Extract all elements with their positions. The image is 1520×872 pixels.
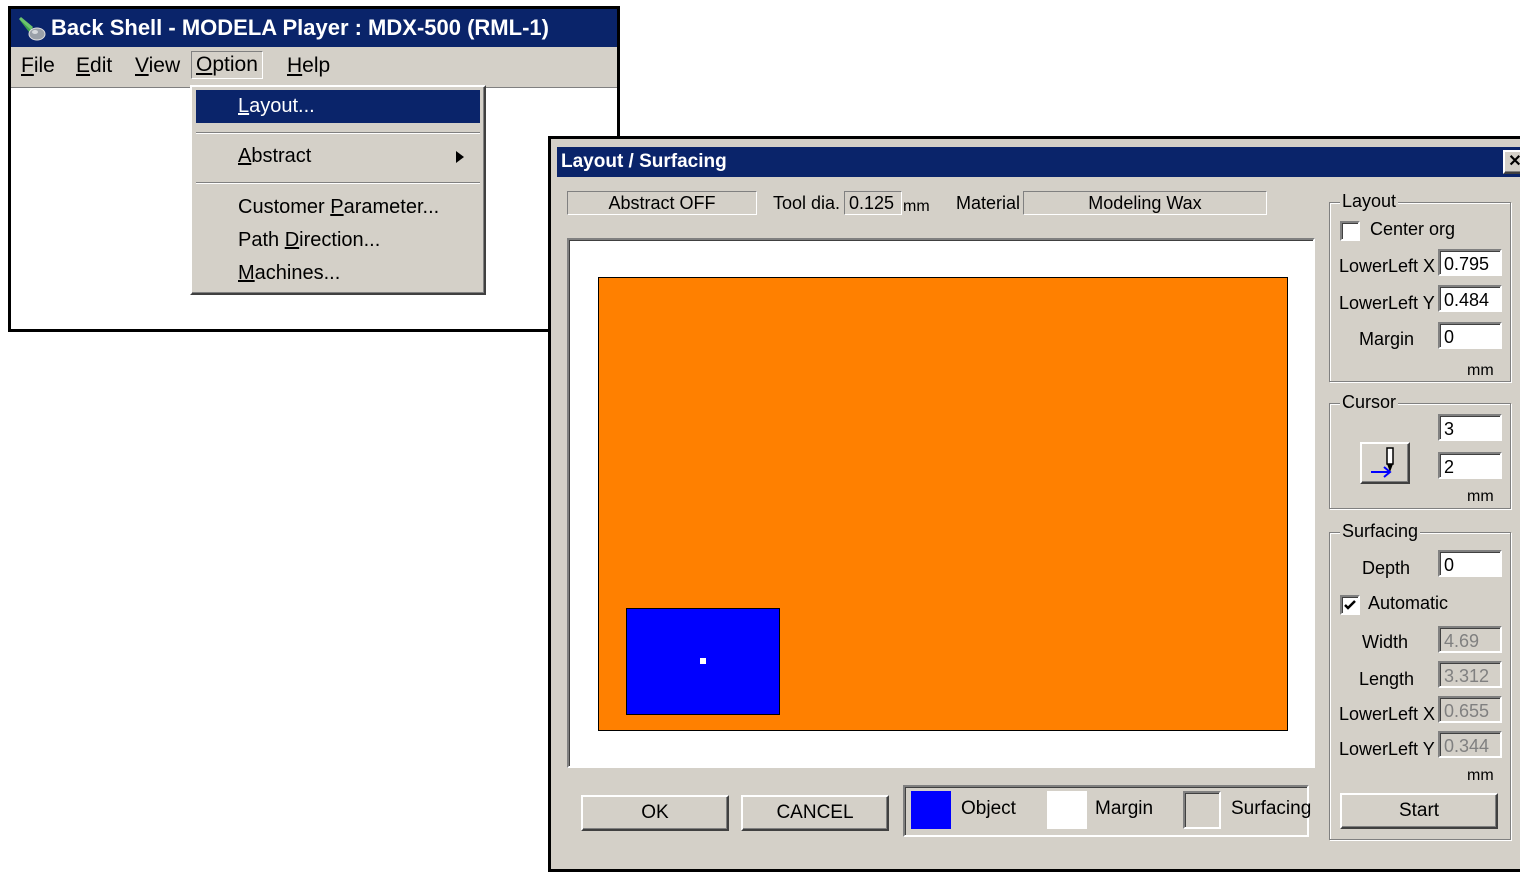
start-button[interactable]: Start — [1340, 793, 1498, 829]
center-org-label: Center org — [1370, 219, 1456, 239]
layout-unit-label: mm — [1467, 362, 1494, 379]
layout-surfacing-dialog: Layout / Surfacing ✕ Abstract OFF Tool d… — [548, 136, 1520, 872]
depth-input[interactable]: 0 — [1438, 550, 1502, 577]
cursor-group: Cursor 3 2 mm — [1329, 392, 1511, 509]
window-title: Back Shell - MODELA Player : MDX-500 (RM… — [51, 15, 549, 40]
close-button[interactable]: ✕ — [1503, 150, 1520, 174]
depth-label: Depth — [1362, 558, 1411, 578]
dialog-title-bar: Layout / Surfacing ✕ — [557, 147, 1520, 177]
cursor-unit-label: mm — [1467, 488, 1494, 505]
menu-separator — [196, 182, 480, 184]
width-input[interactable]: 4.69 — [1438, 626, 1502, 653]
menu-view[interactable]: View — [131, 53, 184, 79]
abstract-status: Abstract OFF — [567, 191, 757, 215]
main-window: Back Shell - MODELA Player : MDX-500 (RM… — [8, 6, 620, 332]
menu-item-path-direction[interactable]: Path Direction... — [196, 224, 480, 257]
tool-dia-value: 0.125 — [844, 191, 902, 215]
length-input[interactable]: 3.312 — [1438, 661, 1502, 688]
dialog-title: Layout / Surfacing — [561, 151, 727, 172]
layout-preview[interactable] — [567, 238, 1315, 768]
menu-bar: File Edit View Option Help — [11, 47, 617, 88]
menu-option[interactable]: Option — [191, 51, 263, 79]
width-label: Width — [1362, 632, 1409, 652]
cursor-marker — [700, 658, 706, 664]
length-label: Length — [1359, 669, 1415, 689]
legend-surfacing-label: Surfacing — [1231, 798, 1312, 819]
tool-dia-label: Tool dia. — [773, 193, 841, 213]
menu-item-machines[interactable]: Machines... — [196, 257, 480, 290]
surfacing-lowerleft-y-input[interactable]: 0.344 — [1438, 731, 1502, 758]
legend-object-swatch — [911, 791, 951, 829]
cursor-group-title: Cursor — [1340, 392, 1399, 413]
app-icon — [19, 17, 46, 41]
legend-object-label: Object — [961, 798, 1016, 819]
margin-label: Margin — [1359, 329, 1415, 349]
surfacing-unit-label: mm — [1467, 767, 1494, 784]
menu-separator — [196, 132, 480, 134]
layout-lowerleft-y-label: LowerLeft Y — [1339, 293, 1435, 313]
surfacing-lowerleft-x-label: LowerLeft X — [1339, 704, 1436, 724]
layout-lowerleft-x-label: LowerLeft X — [1339, 256, 1436, 276]
menu-item-layout[interactable]: Layout... — [196, 90, 480, 123]
layout-lowerleft-y-input[interactable]: 0.484 — [1438, 285, 1502, 312]
surfacing-group: Surfacing Depth 0 Automatic Width 4.69 L… — [1329, 521, 1511, 840]
tool-dia-unit: mm — [903, 198, 930, 215]
material-label: Material — [956, 193, 1021, 213]
cancel-button[interactable]: CANCEL — [741, 795, 889, 831]
ok-button[interactable]: OK — [581, 795, 729, 831]
surfacing-group-title: Surfacing — [1340, 521, 1421, 542]
menu-item-abstract[interactable]: Abstract — [196, 140, 480, 173]
legend-margin-label: Margin — [1095, 798, 1154, 819]
color-legend: Object Margin Surfacing — [903, 785, 1312, 837]
legend-margin-swatch — [1047, 791, 1087, 829]
layout-group-title: Layout — [1340, 191, 1399, 212]
menu-help[interactable]: Help — [283, 53, 334, 79]
menu-file[interactable]: File — [17, 53, 59, 79]
object-rectangle[interactable] — [626, 608, 780, 715]
automatic-checkbox[interactable] — [1340, 595, 1360, 615]
submenu-arrow-icon — [456, 151, 464, 163]
menu-item-customer-parameter[interactable]: Customer Parameter... — [196, 191, 480, 224]
legend-surfacing-swatch — [1183, 791, 1221, 829]
margin-input[interactable]: 0 — [1438, 322, 1502, 349]
move-cursor-button[interactable] — [1360, 442, 1410, 484]
option-dropdown-menu: Layout... Abstract Customer Parameter...… — [190, 85, 486, 295]
cursor-value-1-input[interactable]: 3 — [1438, 414, 1502, 441]
material-value: Modeling Wax — [1023, 191, 1267, 215]
center-org-checkbox[interactable] — [1340, 221, 1360, 241]
menu-edit[interactable]: Edit — [72, 53, 116, 79]
surfacing-lowerleft-x-input[interactable]: 0.655 — [1438, 696, 1502, 723]
layout-lowerleft-x-input[interactable]: 0.795 — [1438, 249, 1502, 276]
layout-group: Layout Center org LowerLeft X 0.795 Lowe… — [1329, 191, 1511, 382]
tool-cursor-icon — [1371, 447, 1394, 478]
close-icon: ✕ — [1508, 153, 1520, 170]
checkmark-icon — [1344, 600, 1356, 610]
surfacing-lowerleft-y-label: LowerLeft Y — [1339, 739, 1435, 759]
main-title-bar: Back Shell - MODELA Player : MDX-500 (RM… — [11, 9, 617, 47]
surfacing-area — [598, 277, 1288, 731]
cursor-value-2-input[interactable]: 2 — [1438, 452, 1502, 479]
automatic-label: Automatic — [1368, 593, 1449, 613]
